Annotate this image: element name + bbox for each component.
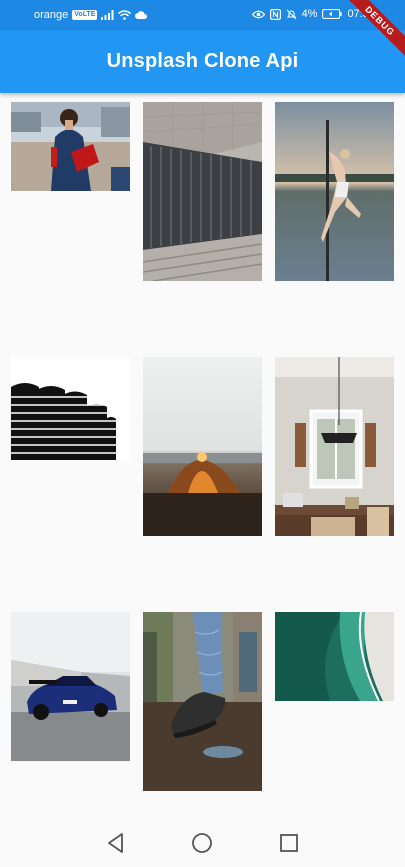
nfc-icon bbox=[269, 8, 281, 20]
woman-red-bag-photo[interactable] bbox=[11, 102, 130, 191]
tent-sunset-photo[interactable] bbox=[143, 357, 262, 536]
eye-icon bbox=[251, 10, 265, 18]
battery-percent: 4% bbox=[301, 8, 318, 20]
app-bar: Unsplash Clone Api bbox=[0, 30, 405, 93]
photo-grid bbox=[0, 93, 405, 818]
recents-icon[interactable] bbox=[276, 830, 302, 856]
pole-dancer-photo[interactable] bbox=[275, 102, 394, 281]
building-wall-photo[interactable] bbox=[143, 102, 262, 281]
home-icon[interactable] bbox=[189, 830, 215, 856]
marina-towers-photo[interactable] bbox=[11, 357, 130, 460]
carrier-label: orange bbox=[34, 9, 69, 21]
beach-aerial-photo[interactable] bbox=[275, 612, 394, 701]
app-title: Unsplash Clone Api bbox=[106, 50, 299, 72]
volte-badge: VoLTE bbox=[72, 10, 98, 20]
status-right: 4% 07:50 bbox=[251, 8, 375, 20]
cloud-icon bbox=[135, 11, 148, 19]
blue-sports-car-photo[interactable] bbox=[11, 612, 130, 761]
wifi-icon bbox=[118, 10, 132, 20]
dining-room-photo[interactable] bbox=[275, 357, 394, 536]
status-bar: orange VoLTE 4% 07:50 bbox=[0, 0, 405, 30]
system-nav-bar bbox=[0, 818, 405, 867]
signal-icon bbox=[101, 10, 114, 20]
mute-bell-icon bbox=[286, 9, 296, 19]
sneakers-jeans-photo[interactable] bbox=[143, 612, 262, 791]
back-icon[interactable] bbox=[103, 830, 129, 856]
status-left: orange VoLTE bbox=[34, 9, 148, 21]
battery-icon bbox=[322, 9, 343, 19]
